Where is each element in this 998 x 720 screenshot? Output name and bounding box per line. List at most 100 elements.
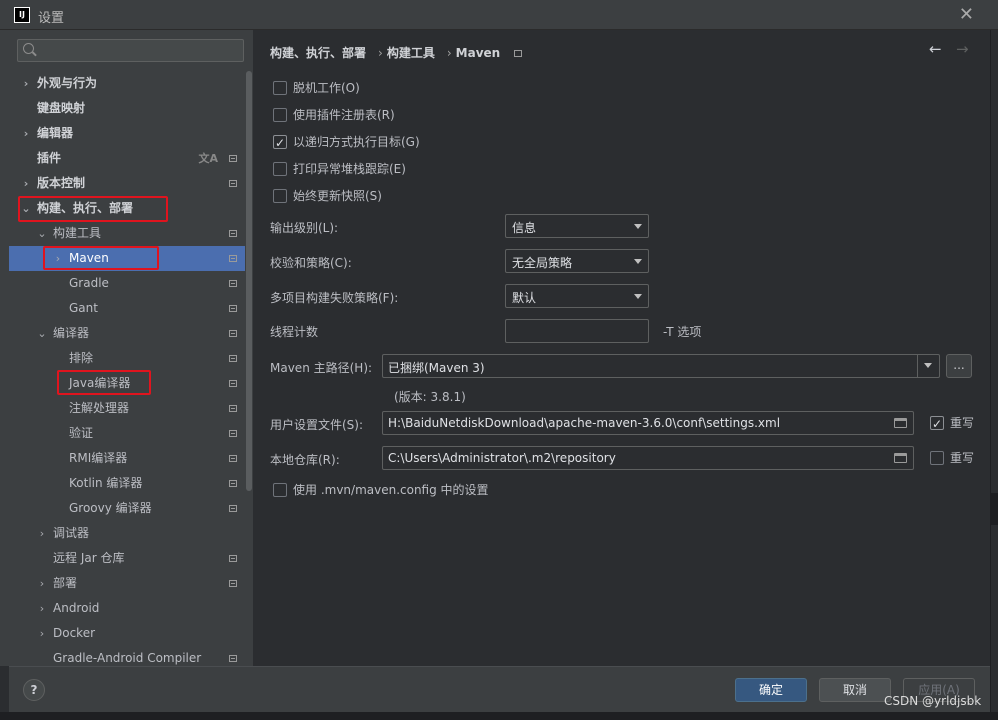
ok-button[interactable]: 确定 [735,678,807,702]
project-settings-icon [229,255,237,262]
project-settings-icon [229,480,237,487]
sidebar-item[interactable]: 键盘映射 [9,96,245,121]
sidebar-item-label: Kotlin 编译器 [69,476,143,490]
thread-count-hint: -T 选项 [663,325,702,339]
sidebar-item[interactable]: › Android [9,596,245,621]
thread-count-input[interactable] [505,319,649,343]
forward-arrow-icon[interactable]: → [956,40,969,58]
chevron-right-icon[interactable]: › [21,121,31,146]
sidebar-item[interactable]: Groovy 编译器 [9,496,245,521]
folder-icon[interactable] [894,453,907,463]
sidebar-item[interactable]: › 调试器 [9,521,245,546]
sidebar-item[interactable]: › 部署 [9,571,245,596]
search-icon [23,43,34,54]
project-settings-icon [229,355,237,362]
chevron-right-icon[interactable]: › [37,621,47,646]
chevron-right-icon[interactable]: › [37,521,47,546]
sidebar-item[interactable]: Gant [9,296,245,321]
local-repo-label: 本地仓库(R): [270,453,340,467]
project-settings-icon [229,305,237,312]
folder-icon[interactable] [894,418,907,428]
project-settings-icon [229,155,237,162]
settings-content: 构建、执行、部署 › 构建工具 › Maven ← → 脱机工作(O) 使用插件注册表(… [253,30,990,666]
dialog-footer: ? 确定 取消 应用(A) [9,666,990,712]
project-settings-icon [229,655,237,662]
settings-sidebar: › 外观与行为 键盘映射 › 编辑器 插件 文A › 版本控制 ⌄ 构建、执行、部署 ⌄ 构建工具 › Ma… [9,30,253,666]
sidebar-item[interactable]: 验证 [9,421,245,446]
maven-home-label: Maven 主路径(H): [270,361,373,375]
sidebar-scrollbar[interactable] [246,71,252,491]
back-arrow-icon[interactable]: ← [929,40,942,58]
app-logo-icon: IJ [14,7,30,23]
multiproject-failure-label: 多项目构建失败策略(F): [270,291,399,305]
user-settings-input[interactable]: H:\BaiduNetdiskDownload\apache-maven-3.6… [382,411,914,435]
sidebar-item-label: 远程 Jar 仓库 [53,551,125,565]
sidebar-item-label: 验证 [69,426,94,440]
sidebar-item[interactable]: 插件 文A [9,146,245,171]
chevron-down-icon[interactable] [917,354,939,378]
multiproject-failure-select[interactable]: 默认 [505,284,649,308]
sidebar-item-label: 排除 [69,351,94,365]
sidebar-item-label: 部署 [53,576,78,590]
sidebar-item-label: 注解处理器 [69,401,130,415]
sidebar-item-label: Gant [69,301,98,315]
sidebar-item[interactable]: 排除 [9,346,245,371]
maven-version-note: (版本: 3.8.1) [394,390,466,404]
sidebar-item-label: Docker [53,626,96,640]
output-level-select[interactable]: 信息 [505,214,649,238]
sidebar-item-label: 调试器 [53,526,90,540]
project-settings-icon [229,555,237,562]
breadcrumb: 构建、执行、部署 › 构建工具 › Maven [270,44,526,61]
sidebar-item[interactable]: 注解处理器 [9,396,245,421]
sidebar-item-label: Android [53,601,100,615]
sidebar-item[interactable]: › 编辑器 [9,121,245,146]
close-icon[interactable]: ✕ [959,4,974,25]
translate-icon: 文A [198,152,218,165]
sidebar-item-label: 版本控制 [37,176,86,190]
window-title: 设置 [38,11,65,26]
project-settings-icon [229,330,237,337]
browse-maven-home-button[interactable]: ... [946,354,972,378]
chevron-right-icon[interactable]: › [37,571,47,596]
cancel-button[interactable]: 取消 [819,678,891,702]
sidebar-item[interactable]: › 外观与行为 [9,71,245,96]
project-settings-icon [229,380,237,387]
user-settings-label: 用户设置文件(S): [270,418,364,432]
background-strip [0,30,9,666]
sidebar-item[interactable]: ⌄ 构建工具 [9,221,245,246]
sidebar-item[interactable]: ⌄ 编译器 [9,321,245,346]
output-level-label: 输出级别(L): [270,221,339,235]
chevron-down-icon[interactable]: ⌄ [37,221,47,246]
sidebar-item[interactable]: RMI编译器 [9,446,245,471]
sidebar-item-label: 键盘映射 [37,101,86,115]
sidebar-item[interactable]: Gradle [9,271,245,296]
sidebar-item[interactable]: › 版本控制 [9,171,245,196]
chevron-right-icon[interactable]: › [37,596,47,621]
project-settings-icon [229,455,237,462]
project-settings-icon [229,405,237,412]
maven-home-combobox[interactable]: 已捆绑(Maven 3) [382,354,940,378]
sidebar-item-label: Groovy 编译器 [69,501,152,515]
sidebar-item[interactable]: 远程 Jar 仓库 [9,546,245,571]
background-strip-bottom [0,712,998,720]
breadcrumb-item[interactable]: 构建、执行、部署 [270,46,366,60]
project-settings-icon [229,505,237,512]
local-repo-input[interactable]: C:\Users\Administrator\.m2\repository [382,446,914,470]
breadcrumb-item[interactable]: 构建工具 [387,46,435,60]
project-settings-icon [514,50,523,57]
help-button[interactable]: ? [23,679,45,701]
chevron-right-icon[interactable]: › [21,71,31,96]
thread-count-label: 线程计数 [270,325,319,339]
sidebar-item[interactable]: › Docker [9,621,245,646]
chevron-down-icon[interactable]: ⌄ [37,321,47,346]
title-bar: IJ 设置 ✕ [0,0,998,30]
watermark: CSDN @yrldjsbk [884,694,982,708]
annotation-box [57,370,151,395]
project-settings-icon [229,180,237,187]
chevron-right-icon[interactable]: › [21,171,31,196]
sidebar-item-label: 外观与行为 [37,76,98,90]
sidebar-item[interactable]: Kotlin 编译器 [9,471,245,496]
checksum-policy-select[interactable]: 无全局策略 [505,249,649,273]
project-settings-icon [229,580,237,587]
search-input[interactable] [17,39,244,62]
